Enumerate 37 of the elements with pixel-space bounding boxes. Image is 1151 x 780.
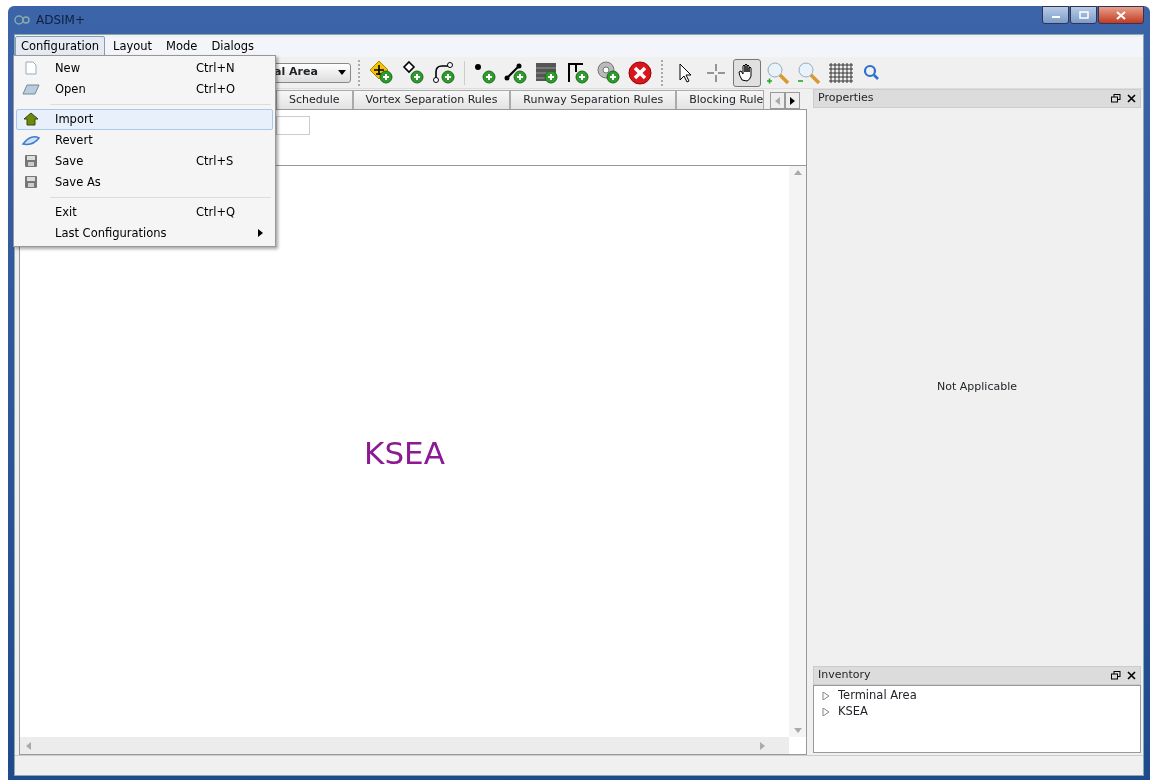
properties-message: Not Applicable [937,378,1017,395]
maximize-button[interactable] [1070,6,1097,24]
page-icon [25,59,37,78]
arrow-right-icon [790,96,796,105]
close-button[interactable] [1098,6,1144,24]
delete-icon[interactable] [626,58,654,87]
minimize-button[interactable] [1042,6,1069,24]
menu-item[interactable]: Save Ctrl+S [16,151,273,172]
menu-item[interactable]: Save As [16,172,273,193]
menu-item[interactable]: Revert [16,130,273,151]
tree-item[interactable]: Terminal Area [838,687,917,705]
window-title: ADSIM+ [36,12,85,29]
menu-item[interactable]: Exit Ctrl+Q [16,202,273,223]
arrow-left-icon [775,96,781,105]
menu-item[interactable]: Dialogs [205,36,261,58]
tab[interactable]: Vortex Separation Rules [352,90,511,109]
menu-item[interactable]: Mode [160,36,204,58]
disc-add-icon[interactable] [595,58,623,87]
house-icon [23,110,39,129]
maximize-icon [1078,11,1089,19]
tab[interactable]: Blocking Rule [676,90,765,109]
tree-item[interactable]: KSEA [838,703,868,721]
hand-icon[interactable] [733,58,761,87]
menu-item[interactable]: Last Configurations [16,223,273,244]
tab[interactable]: Runway Separation Rules [510,90,677,109]
caret-icon [338,70,346,75]
airport-label: KSEA [364,434,445,474]
panel-title: Properties [818,90,874,107]
menu-item[interactable]: Import [16,109,273,130]
menu-item[interactable]: Configuration [15,36,105,58]
tab[interactable]: Schedule [276,90,353,109]
close-icon [1116,10,1126,20]
input-field[interactable] [276,116,310,135]
airplane-add-icon[interactable] [368,58,396,87]
panel-title: Inventory [818,667,871,684]
scroll-right-button[interactable] [785,92,801,109]
menu-item[interactable]: Layout [107,36,159,58]
